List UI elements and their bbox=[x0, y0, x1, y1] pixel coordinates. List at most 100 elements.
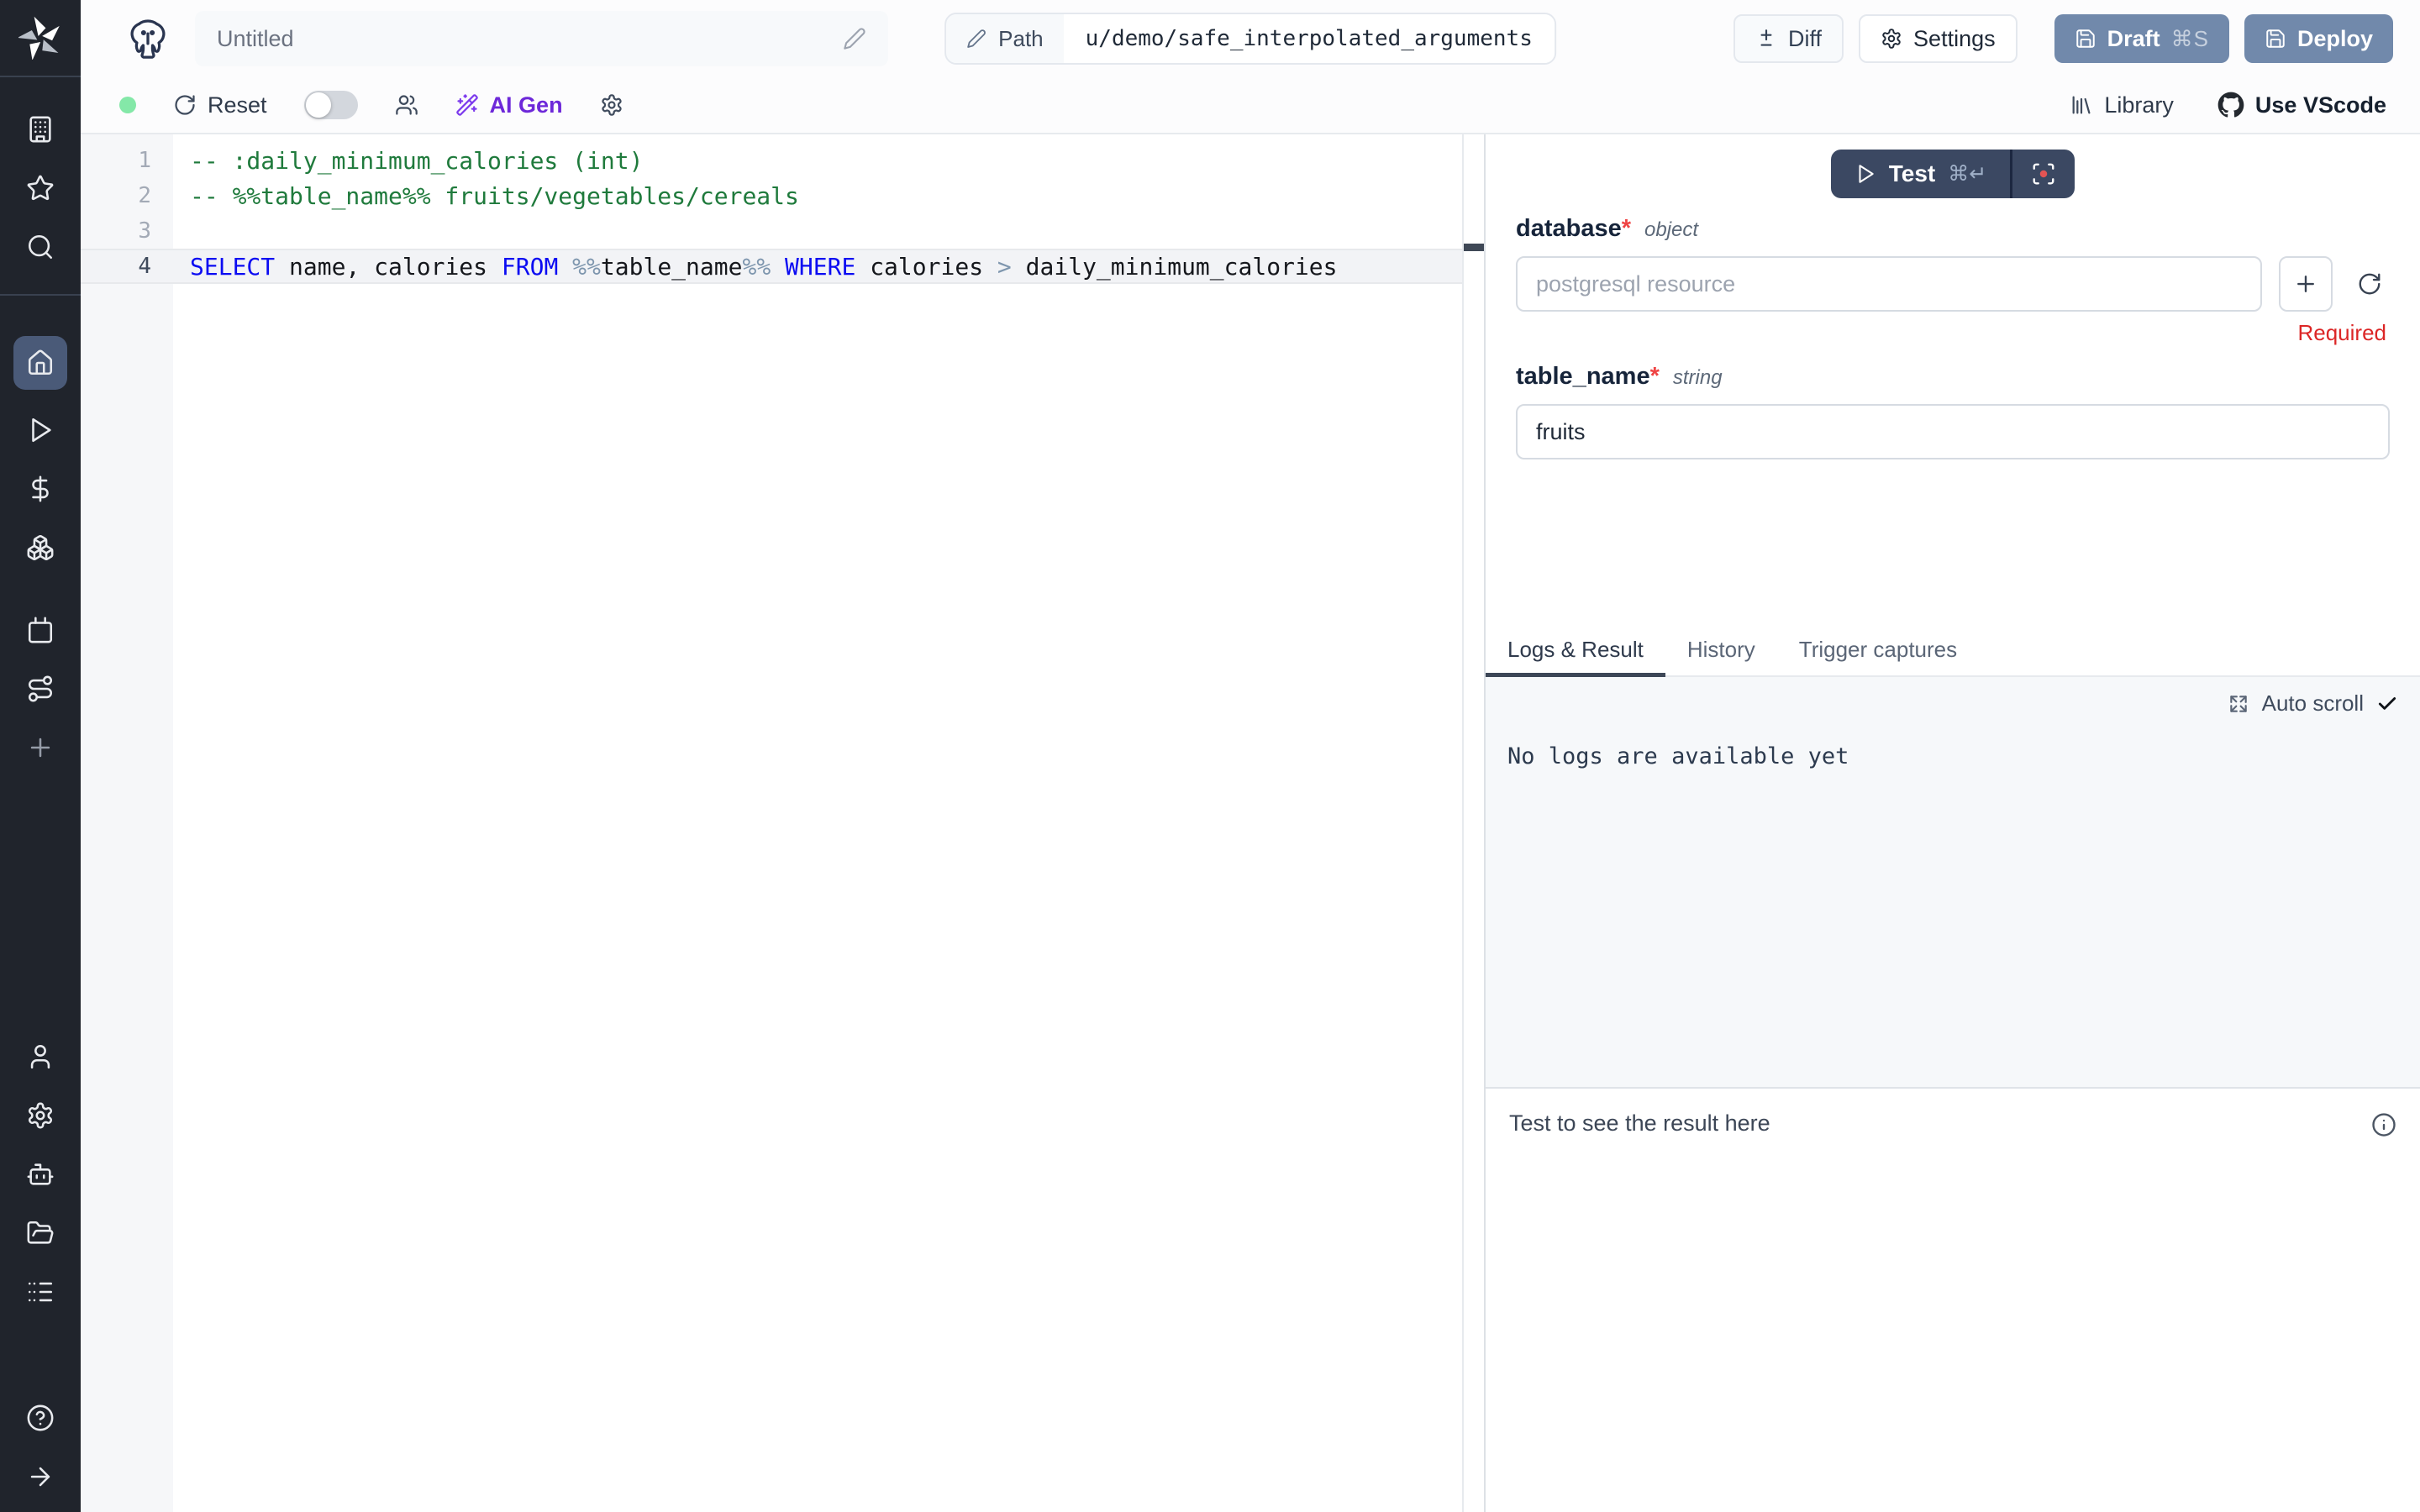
deploy-button[interactable]: Deploy bbox=[2244, 14, 2393, 63]
scan-icon bbox=[2031, 161, 2056, 186]
table-name-input[interactable] bbox=[1516, 404, 2390, 459]
code-token: %% bbox=[742, 253, 771, 281]
table-name-field-name: table_name bbox=[1516, 363, 1650, 391]
expand-icon[interactable] bbox=[2228, 693, 2249, 715]
diff-label: Diff bbox=[1788, 26, 1822, 52]
search-icon bbox=[26, 233, 55, 261]
sidebar-item-home[interactable] bbox=[13, 336, 67, 390]
settings-button[interactable]: Settings bbox=[1859, 14, 2018, 63]
code-line[interactable]: 2-- %%table_name%% fruits/vegetables/cer… bbox=[81, 178, 1462, 213]
users-icon bbox=[395, 93, 418, 117]
sidebar-item-help[interactable] bbox=[22, 1399, 59, 1436]
play-icon bbox=[26, 416, 55, 444]
code-text: -- %%table_name%% fruits/vegetables/cere… bbox=[151, 182, 799, 210]
user-icon bbox=[26, 1042, 55, 1071]
sidebar-item-calendar[interactable] bbox=[22, 612, 59, 648]
library-button[interactable]: Library bbox=[2070, 92, 2174, 118]
postgresql-icon bbox=[124, 15, 171, 62]
route-icon bbox=[26, 675, 55, 703]
required-error: Required bbox=[1516, 320, 2390, 346]
use-vscode-button[interactable]: Use VScode bbox=[2217, 92, 2386, 118]
reset-button[interactable]: Reset bbox=[173, 92, 267, 118]
code-token: name, calories bbox=[275, 253, 502, 281]
sidebar-item-list[interactable] bbox=[22, 1273, 59, 1310]
code-editor[interactable]: 1-- :daily_minimum_calories (int)2-- %%t… bbox=[81, 134, 1484, 1512]
code-token: > bbox=[997, 253, 1012, 281]
info-icon[interactable] bbox=[2371, 1112, 2396, 1137]
arguments-section: Test ⌘↵ database * bbox=[1486, 134, 2420, 623]
edit-title-icon[interactable] bbox=[843, 27, 866, 50]
save-icon bbox=[2265, 28, 2286, 50]
ai-gen-button[interactable]: AI Gen bbox=[455, 92, 563, 118]
draft-shortcut: ⌘S bbox=[2171, 26, 2209, 52]
sidebar-item-dollar[interactable] bbox=[22, 470, 59, 507]
code-line[interactable]: 1-- :daily_minimum_calories (int) bbox=[81, 143, 1462, 178]
path-chip[interactable]: Path u/demo/safe_interpolated_arguments bbox=[944, 13, 1556, 65]
script-title-input[interactable]: Untitled bbox=[195, 11, 888, 66]
auto-scroll-toggle[interactable]: Auto scroll bbox=[1507, 690, 2398, 717]
tab-history[interactable]: History bbox=[1665, 623, 1777, 675]
windmill-logo[interactable] bbox=[0, 0, 81, 77]
arrow-right-icon bbox=[26, 1462, 55, 1491]
building-icon bbox=[26, 115, 55, 144]
ai-gen-label: AI Gen bbox=[490, 92, 563, 118]
library-label: Library bbox=[2104, 92, 2174, 118]
diff-button[interactable]: Diff bbox=[1733, 14, 1844, 63]
tab-trigger-captures[interactable]: Trigger captures bbox=[1777, 623, 1979, 675]
script-title: Untitled bbox=[217, 26, 294, 52]
plus-minus-icon bbox=[1755, 28, 1777, 50]
sidebar-item-gear[interactable] bbox=[22, 1097, 59, 1134]
sidebar-item-boxes[interactable] bbox=[22, 529, 59, 566]
save-icon bbox=[2075, 28, 2096, 50]
tab-logs-result[interactable]: Logs & Result bbox=[1486, 623, 1665, 675]
sidebar-item-arrow-right[interactable] bbox=[22, 1458, 59, 1495]
code-token: -- %%table_name%% fruits/vegetables/cere… bbox=[190, 182, 799, 210]
code-text: SELECT name, calories FROM %%table_name%… bbox=[151, 253, 1338, 281]
plus-icon bbox=[2293, 271, 2318, 297]
star-icon bbox=[26, 174, 55, 202]
add-resource-button[interactable] bbox=[2279, 256, 2333, 312]
result-placeholder: Test to see the result here bbox=[1509, 1110, 1770, 1137]
robot-icon bbox=[26, 1160, 55, 1189]
editor-toolbar: Reset AI Gen Library Use VScode bbox=[81, 77, 2420, 134]
no-logs-message: No logs are available yet bbox=[1507, 743, 2398, 769]
result-tabs: Logs & Result History Trigger captures bbox=[1486, 623, 2420, 677]
sidebar-item-robot[interactable] bbox=[22, 1156, 59, 1193]
line-number: 3 bbox=[81, 218, 151, 244]
sidebar-item-play[interactable] bbox=[22, 412, 59, 449]
draft-button[interactable]: Draft ⌘S bbox=[2054, 14, 2229, 63]
settings-label: Settings bbox=[1913, 26, 1996, 52]
sidebar-item-star[interactable] bbox=[22, 170, 59, 207]
library-icon bbox=[2070, 93, 2093, 117]
code-line[interactable]: 3 bbox=[81, 213, 1462, 249]
code-token: -- :daily_minimum_calories (int) bbox=[190, 147, 643, 175]
database-input[interactable] bbox=[1516, 256, 2262, 312]
sidebar-item-plus[interactable] bbox=[22, 729, 59, 766]
editor-settings-button[interactable] bbox=[600, 93, 623, 117]
plus-icon bbox=[26, 733, 55, 762]
code-token: WHERE bbox=[785, 253, 855, 281]
cursor-position-marker bbox=[1464, 244, 1484, 251]
help-icon bbox=[26, 1404, 55, 1432]
code-line[interactable]: 4SELECT name, calories FROM %%table_name… bbox=[81, 249, 1462, 284]
capture-button[interactable] bbox=[2012, 150, 2075, 198]
gear-icon bbox=[1881, 28, 1902, 50]
required-asterisk: * bbox=[1650, 363, 1660, 391]
sidebar-item-folder[interactable] bbox=[22, 1215, 59, 1252]
code-token bbox=[558, 253, 572, 281]
sidebar-item-route[interactable] bbox=[22, 670, 59, 707]
table-name-field: table_name * string bbox=[1516, 363, 2390, 459]
sidebar-item-building[interactable] bbox=[22, 111, 59, 148]
path-label: Path bbox=[998, 26, 1044, 52]
gear-icon bbox=[26, 1101, 55, 1130]
test-label: Test bbox=[1889, 160, 1936, 187]
database-field-type: object bbox=[1644, 218, 1698, 242]
code-token: table_name bbox=[601, 253, 743, 281]
collaborators-button[interactable] bbox=[395, 93, 418, 117]
test-button[interactable]: Test ⌘↵ bbox=[1831, 150, 2010, 198]
sidebar-item-user[interactable] bbox=[22, 1038, 59, 1075]
refresh-resources-button[interactable] bbox=[2349, 271, 2390, 297]
diff-mode-toggle[interactable] bbox=[304, 91, 358, 119]
database-field-name: database bbox=[1516, 215, 1622, 243]
sidebar-item-search[interactable] bbox=[22, 228, 59, 265]
